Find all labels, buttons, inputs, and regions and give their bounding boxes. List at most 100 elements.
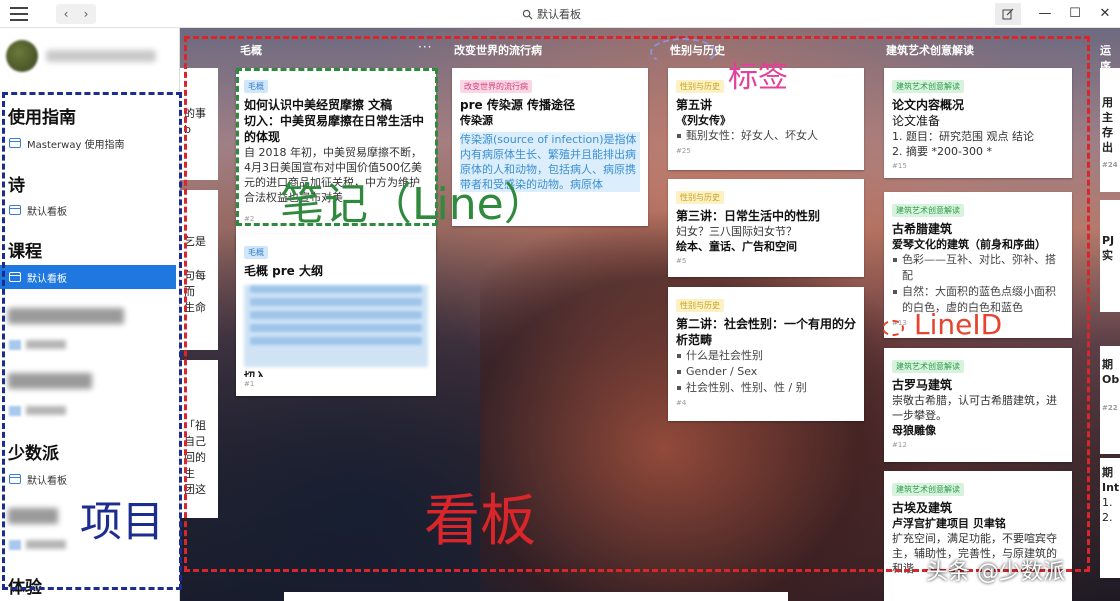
line-id: #25 [676, 147, 691, 155]
partial-card[interactable]: 期 Ob #22 [1100, 346, 1120, 454]
blurred-board-label[interactable] [26, 340, 66, 349]
card-bullet: 色彩——互补、对比、弥补、搭配 [892, 252, 1064, 284]
user-profile[interactable] [6, 40, 156, 72]
search-box[interactable]: 默认看板 [522, 6, 581, 22]
partial-text: Ob [1102, 373, 1120, 386]
tag-label[interactable]: 建筑艺术创意解读 [892, 80, 964, 93]
bottom-scroll-area[interactable] [284, 592, 788, 601]
tag-label[interactable]: 建筑艺术创意解读 [892, 483, 964, 496]
edit-button[interactable] [995, 3, 1021, 25]
group-title-sspai: 少数派 [8, 444, 59, 464]
card-line: 2. 摘要 *200-300 * [892, 145, 992, 158]
column-more-icon[interactable]: ··· [418, 40, 432, 54]
sidebar-item-label: Masterway 使用指南 [27, 139, 125, 151]
partial-text: Int [1102, 481, 1120, 494]
card-subtitle: 传染源 [460, 114, 493, 127]
partial-text: 期 [1102, 466, 1113, 479]
column-title-architecture[interactable]: 建筑艺术创意解读 [886, 42, 974, 58]
line-id: #13 [892, 319, 907, 327]
blurred-group-title [8, 508, 58, 524]
card-subtitle: 切入：中美贸易摩擦在日常生活中的体现 [244, 114, 425, 144]
tag-label[interactable]: 改变世界的流行病 [460, 80, 532, 93]
card-egypt-architecture[interactable]: 建筑艺术创意解读 古埃及建筑 卢浮宫扩建项目 贝聿铭 扩充空间，满足功能，不要喧… [884, 471, 1072, 601]
partial-text: 乞是 [184, 235, 206, 248]
partial-text: 主 [1102, 111, 1113, 124]
sidebar-item-label: 默认看板 [27, 273, 67, 285]
partial-text: 期 [1102, 358, 1113, 371]
sidebar-item-sspai-board[interactable]: 默认看板 [0, 467, 176, 491]
tag-label[interactable]: 毛概 [244, 246, 268, 259]
kanban-board: 的事 b 乞是 句每 而 生命 「祖 自己 回的 生 团这 毛概 ··· 改变世… [180, 28, 1120, 601]
card-bullet: 社会性别、性别、性 / 别 [676, 380, 856, 396]
group-title-guide: 使用指南 [8, 108, 76, 128]
card-title: 第三讲：日常生活中的性别 [676, 209, 821, 223]
blurred-board-label[interactable] [26, 540, 66, 549]
card-lecture-5[interactable]: 性别与历史 第五讲 《列女传》 甄别女性：好女人、坏女人 #25 [668, 68, 864, 170]
tag-label[interactable]: 毛概 [244, 80, 268, 93]
partial-card[interactable]: 乞是 句每 而 生命 [180, 190, 218, 350]
forward-button[interactable]: › [76, 4, 96, 24]
line-id: #5 [676, 257, 687, 265]
card-bullet: Gender / Sex [676, 364, 856, 380]
tag-label[interactable]: 性别与历史 [676, 80, 724, 93]
partial-text: 存 [1102, 126, 1113, 139]
card-thesis-overview[interactable]: 建筑艺术创意解读 论文内容概况 论文准备 1. 题目：研究范围 观点 结论 2.… [884, 68, 1072, 178]
avatar [6, 40, 38, 72]
card-roman-architecture[interactable]: 建筑艺术创意解读 古罗马建筑 崇敬古希腊，认可古希腊建筑，进一步攀登。 母狼雕像… [884, 348, 1072, 462]
blurred-board-label[interactable] [26, 406, 66, 415]
column-title-epidemic[interactable]: 改变世界的流行病 [454, 42, 542, 58]
sidebar-item-course-board[interactable]: 默认看板 [0, 265, 176, 289]
title-bar: ‹ › 默认看板 — ☐ ✕ [0, 0, 1120, 28]
tag-label[interactable]: 性别与历史 [676, 299, 724, 312]
hamburger-menu-icon[interactable] [10, 7, 28, 21]
partial-text: 的事 [184, 107, 206, 120]
maximize-button[interactable]: ☐ [1060, 0, 1090, 28]
card-infection-source[interactable]: 改变世界的流行病 pre 传染源 传播途径 传染源 传染源(source of … [452, 68, 648, 226]
line-id: #15 [892, 162, 907, 170]
blurred-board-icon [9, 406, 21, 416]
board-icon [9, 138, 21, 148]
blurred-group-title [8, 373, 92, 389]
partial-text: 团这 [184, 483, 206, 496]
column-title-maogai[interactable]: 毛概 [240, 42, 262, 58]
tag-label[interactable]: 性别与历史 [676, 191, 724, 204]
search-icon [522, 9, 533, 20]
card-title: 古埃及建筑 [892, 501, 953, 515]
card-bold-line: 爱琴文化的建筑（前身和序曲） [892, 238, 1046, 251]
partial-text: 1. [1102, 496, 1113, 509]
partial-text: 生 [184, 467, 195, 480]
partial-card[interactable]: 用 主 存 出 #24 [1100, 68, 1120, 192]
sidebar-item-label: 默认看板 [27, 475, 67, 487]
card-maogai-outline[interactable]: 毛概 毛概 pre 大纲 切入 #1 [236, 234, 436, 396]
sidebar-item-masterway-guide[interactable]: Masterway 使用指南 [0, 131, 176, 155]
card-title: 古希腊建筑 [892, 222, 953, 236]
partial-card[interactable]: PJ 实 [1100, 200, 1120, 312]
board-icon [9, 474, 21, 484]
card-title: pre 传染源 传播途径 [460, 98, 576, 112]
minimize-button[interactable]: — [1030, 0, 1060, 28]
partial-text: b [184, 123, 191, 136]
partial-card[interactable]: 期 Int 1. 2. [1100, 458, 1120, 578]
group-title-poem: 诗 [8, 176, 25, 196]
partial-card[interactable]: 「祖 自己 回的 生 团这 [180, 360, 218, 518]
card-lecture-3[interactable]: 性别与历史 第三讲：日常生活中的性别 妇女？三八国际妇女节？ 绘本、童话、广告和… [668, 179, 864, 277]
tag-label[interactable]: 建筑艺术创意解读 [892, 360, 964, 373]
sidebar-item-poem-board[interactable]: 默认看板 [0, 198, 176, 222]
column-title-gender[interactable]: 性别与历史 [670, 42, 725, 58]
card-body: 崇敬古希腊，认可古希腊建筑，进一步攀登。 [892, 394, 1057, 422]
card-lecture-2[interactable]: 性别与历史 第二讲：社会性别：一个有用的分析范畴 什么是社会性别 Gender … [668, 287, 864, 421]
card-tail: 切入 [244, 370, 266, 377]
card-bold-line: 卢浮宫扩建项目 贝聿铭 [892, 517, 1006, 530]
partial-card[interactable]: 的事 b [180, 68, 218, 180]
card-trade-friction[interactable]: 毛概 如何认识中美经贸摩擦 文稿 切入：中美贸易摩擦在日常生活中的体现 自 20… [236, 68, 436, 252]
card-greek-architecture[interactable]: 建筑艺术创意解读 古希腊建筑 爱琴文化的建筑（前身和序曲） 色彩——互补、对比、… [884, 192, 1072, 338]
card-title: 毛概 pre 大纲 [244, 264, 324, 278]
card-line: 1. 题目：研究范围 观点 结论 [892, 130, 1034, 143]
tag-label[interactable]: 建筑艺术创意解读 [892, 204, 964, 217]
card-highlight: 传染源(source of infection)是指体内有病原体生长、繁殖并且能… [460, 132, 640, 192]
back-button[interactable]: ‹ [56, 4, 76, 24]
line-id: #12 [892, 441, 907, 449]
partial-text: 生命 [184, 301, 206, 314]
line-id: #1 [244, 380, 255, 388]
close-button[interactable]: ✕ [1090, 0, 1120, 28]
